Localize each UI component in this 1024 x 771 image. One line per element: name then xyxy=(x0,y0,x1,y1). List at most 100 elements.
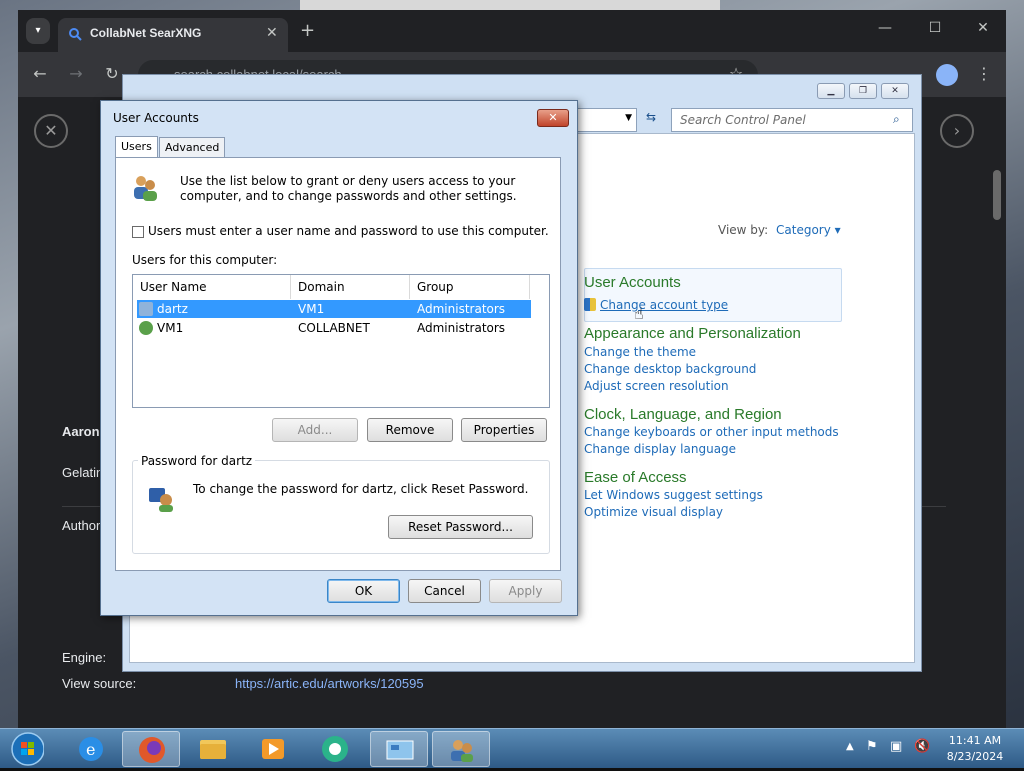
password-group-label: Password for dartz xyxy=(138,454,256,468)
search-icon xyxy=(69,28,82,41)
tab-strip: ▾ CollabNet SearXNG ✕ + — ☐ ✕ xyxy=(18,10,1006,52)
forward-icon[interactable]: → xyxy=(66,64,86,83)
cell-domain: VM1 xyxy=(298,302,325,316)
tab-search-button[interactable]: ▾ xyxy=(26,18,50,44)
scrollbar-thumb[interactable] xyxy=(993,170,1001,220)
author-heading: Aaron xyxy=(62,424,100,439)
cp-search-input[interactable]: Search Control Panel xyxy=(671,108,913,132)
system-clock[interactable]: 11:41 AM 8/23/2024 xyxy=(940,733,1010,765)
engine-label: Engine: xyxy=(62,650,107,665)
clock-date: 8/23/2024 xyxy=(946,750,1004,763)
tab-advanced[interactable]: Advanced xyxy=(159,137,226,158)
maximize-button[interactable]: ☐ xyxy=(920,20,950,36)
taskbar: e ▲ ⚑ ▣ 🔇 11:41 AM 8/23/2024 xyxy=(0,728,1024,768)
link-optimize-display[interactable]: Optimize visual display xyxy=(584,505,723,519)
reload-icon[interactable]: ↻ xyxy=(102,64,122,83)
clock-time: 11:41 AM xyxy=(948,734,1002,747)
password-group-box xyxy=(132,460,550,554)
reset-password-button[interactable]: Reset Password... xyxy=(388,515,533,539)
profile-avatar[interactable] xyxy=(936,64,958,86)
taskbar-explorer-icon[interactable] xyxy=(184,731,242,767)
close-detail-icon[interactable]: ✕ xyxy=(34,114,68,148)
network-icon[interactable]: ▣ xyxy=(890,739,902,754)
user-key-icon xyxy=(149,488,173,512)
taskbar-control-panel-icon[interactable] xyxy=(370,731,428,767)
taskbar-ie-icon[interactable]: e xyxy=(62,731,120,767)
link-change-theme[interactable]: Change the theme xyxy=(584,345,696,359)
shield-icon xyxy=(584,298,596,311)
view-source-label: View source: xyxy=(62,676,137,691)
password-instructions: To change the password for dartz, click … xyxy=(193,482,529,496)
refresh-icon[interactable]: ⇆ xyxy=(640,110,662,130)
tab-close-icon[interactable]: ✕ xyxy=(266,25,278,41)
properties-button[interactable]: Properties xyxy=(461,418,547,442)
dialog-title: User Accounts xyxy=(113,111,199,125)
tab-title: CollabNet SearXNG xyxy=(90,26,202,40)
category-user-accounts[interactable]: User Accounts xyxy=(584,274,681,291)
link-suggest-settings[interactable]: Let Windows suggest settings xyxy=(584,488,763,502)
require-login-checkbox[interactable] xyxy=(132,226,144,238)
new-tab-button[interactable]: + xyxy=(300,20,315,41)
table-row[interactable]: dartz VM1 Administrators xyxy=(137,300,531,318)
category-appearance[interactable]: Appearance and Personalization xyxy=(584,325,801,342)
table-row[interactable]: VM1 COLLABNET Administrators xyxy=(137,319,531,337)
column-header-domain[interactable]: Domain xyxy=(291,275,410,299)
column-header-user-name[interactable]: User Name xyxy=(133,275,291,299)
result-line: Author xyxy=(62,518,101,533)
cp-minimize-button[interactable]: ▁ xyxy=(817,83,845,99)
cp-close-button[interactable]: ✕ xyxy=(881,83,909,99)
action-center-flag-icon[interactable]: ⚑ xyxy=(866,739,878,754)
domain-user-icon xyxy=(139,321,153,335)
browser-tab[interactable]: CollabNet SearXNG ✕ xyxy=(58,18,288,52)
cancel-button[interactable]: Cancel xyxy=(408,579,481,603)
cell-user-name: VM1 xyxy=(157,321,184,335)
volume-muted-icon[interactable]: 🔇 xyxy=(914,739,930,754)
link-screen-resolution[interactable]: Adjust screen resolution xyxy=(584,379,729,393)
user-accounts-dialog: User Accounts ✕ Users Advanced Use the l… xyxy=(100,100,578,616)
taskbar-user-accounts-icon[interactable] xyxy=(432,731,490,767)
users-list-label: Users for this computer: xyxy=(132,253,278,267)
cell-user-name: dartz xyxy=(157,302,188,316)
page-scrollbar[interactable] xyxy=(990,155,1004,715)
svg-text:e: e xyxy=(86,740,95,759)
column-header-group[interactable]: Group xyxy=(410,275,530,299)
category-clock-language[interactable]: Clock, Language, and Region xyxy=(584,406,782,423)
result-line: Gelatin xyxy=(62,465,104,480)
dialog-intro: Use the list below to grant or deny user… xyxy=(180,174,517,203)
category-ease-of-access[interactable]: Ease of Access xyxy=(584,469,687,486)
view-by-label: View by: xyxy=(718,223,769,237)
back-icon[interactable]: ← xyxy=(30,64,50,83)
start-orb-icon[interactable] xyxy=(4,729,44,769)
chevron-down-icon[interactable]: ▼ xyxy=(625,113,632,123)
user-icon xyxy=(139,302,153,316)
ok-button[interactable]: OK xyxy=(327,579,400,603)
link-change-account-type[interactable]: Change account type xyxy=(600,298,728,312)
taskbar-media-player-icon[interactable] xyxy=(244,731,302,767)
link-change-keyboards[interactable]: Change keyboards or other input methods xyxy=(584,425,839,439)
cell-domain: COLLABNET xyxy=(298,321,370,335)
users-icon xyxy=(134,176,157,201)
hand-cursor-icon: ☝ xyxy=(634,304,644,323)
taskbar-app-icon[interactable] xyxy=(306,731,364,767)
apply-button[interactable]: Apply xyxy=(489,579,562,603)
taskbar-firefox-icon[interactable] xyxy=(122,731,180,767)
add-button[interactable]: Add... xyxy=(272,418,358,442)
menu-kebab-icon[interactable]: ⋮ xyxy=(974,64,994,83)
cell-group: Administrators xyxy=(417,302,506,316)
show-hidden-icons-icon[interactable]: ▲ xyxy=(846,741,854,752)
remove-button[interactable]: Remove xyxy=(367,418,453,442)
require-login-label[interactable]: Users must enter a user name and passwor… xyxy=(148,224,549,238)
close-window-button[interactable]: ✕ xyxy=(968,20,998,36)
link-desktop-background[interactable]: Change desktop background xyxy=(584,362,756,376)
link-display-language[interactable]: Change display language xyxy=(584,442,736,456)
view-source-link[interactable]: https://artic.edu/artworks/120595 xyxy=(235,676,424,691)
view-by-dropdown[interactable]: Category ▾ xyxy=(776,223,841,237)
next-arrow-icon[interactable]: › xyxy=(940,114,974,148)
dialog-close-button[interactable]: ✕ xyxy=(537,109,569,127)
search-icon: ⌕ xyxy=(893,112,900,126)
tab-users[interactable]: Users xyxy=(115,136,158,158)
cp-restore-button[interactable]: ❐ xyxy=(849,83,877,99)
minimize-button[interactable]: — xyxy=(870,20,900,36)
users-list[interactable]: User Name Domain Group dartz VM1 Adminis… xyxy=(132,274,550,408)
view-by-value: Category xyxy=(776,223,831,237)
